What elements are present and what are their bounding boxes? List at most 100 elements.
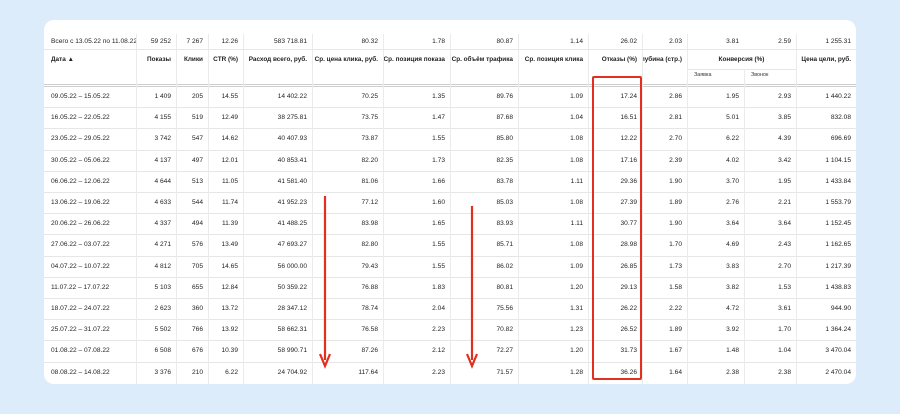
- row-date: 01.08.22 – 07.08.22: [51, 347, 110, 355]
- column-divider: [588, 34, 589, 384]
- row-value: 4.39: [778, 135, 791, 143]
- row-value: 1.83: [432, 283, 445, 291]
- row-value: 705: [191, 262, 203, 270]
- row-value: 40 407.93: [277, 135, 307, 143]
- row-value: 73.75: [361, 114, 378, 122]
- row-value: 1.89: [669, 326, 682, 334]
- summary-value: 59 252: [150, 38, 171, 45]
- row-value: 4 137: [154, 156, 171, 164]
- row-date: 27.06.22 – 03.07.22: [51, 241, 110, 249]
- row-value: 2.04: [432, 305, 445, 313]
- summary-value: 1.78: [432, 38, 445, 45]
- row-value: 81.06: [361, 177, 378, 185]
- summary-value: 26.02: [620, 38, 637, 45]
- row-value: 14 402.22: [277, 93, 307, 101]
- row-value: 1.64: [669, 368, 682, 376]
- row-value: 1.90: [669, 177, 682, 185]
- row-date: 06.06.22 – 12.06.22: [51, 177, 110, 185]
- row-value: 205: [191, 93, 203, 101]
- column-header-conversion: Конверсия (%): [718, 55, 765, 63]
- row-value: 13.72: [221, 305, 238, 313]
- row-value: 6 508: [154, 347, 171, 355]
- row-value: 13.92: [221, 326, 238, 334]
- row-value: 1.90: [669, 220, 682, 228]
- row-value: 41 952.23: [277, 199, 307, 207]
- row-value: 2.21: [778, 199, 791, 207]
- row-value: 12.84: [221, 283, 238, 291]
- row-date: 30.05.22 – 05.06.22: [51, 156, 110, 164]
- column-divider: [518, 34, 519, 384]
- column-header-date: Дата ▲: [51, 55, 74, 63]
- row-date: 20.06.22 – 26.06.22: [51, 220, 110, 228]
- row-value: 2.86: [669, 93, 682, 101]
- row-value: 4 644: [154, 177, 171, 185]
- row-value: 1.35: [432, 93, 445, 101]
- row-value: 10.39: [221, 347, 238, 355]
- row-value: 1.31: [570, 305, 583, 313]
- row-value: 4 155: [154, 114, 171, 122]
- row-value: 3.42: [778, 156, 791, 164]
- row-value: 6.22: [225, 368, 238, 376]
- row-value: 2.93: [778, 93, 791, 101]
- row-value: 24 704.92: [277, 368, 307, 376]
- row-value: 1 553.79: [825, 199, 851, 207]
- row-value: 1.67: [669, 347, 682, 355]
- column-divider: [383, 34, 384, 384]
- row-value: 1 409: [154, 93, 171, 101]
- column-divider: [687, 34, 688, 384]
- row-value: 1.58: [669, 283, 682, 291]
- column-header: Ср. позиция показа: [383, 55, 445, 63]
- row-value: 1.11: [570, 220, 583, 228]
- row-value: 14.65: [221, 262, 238, 270]
- row-value: 1.08: [570, 199, 583, 207]
- row-value: 4.69: [726, 241, 739, 249]
- row-value: 210: [191, 368, 203, 376]
- row-value: 494: [191, 220, 203, 228]
- row-date: 13.06.22 – 19.06.22: [51, 199, 110, 207]
- row-value: 1.09: [570, 93, 583, 101]
- row-value: 3 742: [154, 135, 171, 143]
- row-date: 04.07.22 – 10.07.22: [51, 262, 110, 270]
- column-header: Ср. объём трафика: [451, 55, 513, 63]
- row-value: 47 693.27: [277, 241, 307, 249]
- row-value: 1.89: [669, 199, 682, 207]
- row-value: 2.76: [726, 199, 739, 207]
- row-value: 3.82: [726, 283, 739, 291]
- row-value: 1 162.65: [825, 241, 851, 249]
- arrow-down-icon: [318, 196, 332, 369]
- summary-value: 1.14: [570, 38, 583, 45]
- row-value: 13.49: [221, 241, 238, 249]
- row-value: 82.35: [496, 156, 513, 164]
- row-value: 1.53: [778, 283, 791, 291]
- column-header: Ср. позиция клика: [524, 55, 583, 63]
- row-value: 2.38: [726, 368, 739, 376]
- row-value: 38 275.81: [277, 114, 307, 122]
- row-value: 360: [191, 305, 203, 313]
- row-value: 1.55: [432, 262, 445, 270]
- row-value: 766: [191, 326, 203, 334]
- row-value: 5 502: [154, 326, 171, 334]
- row-value: 1.95: [726, 93, 739, 101]
- row-value: 85.71: [496, 241, 513, 249]
- row-value: 2.43: [778, 241, 791, 249]
- row-value: 5 103: [154, 283, 171, 291]
- row-value: 3.70: [726, 177, 739, 185]
- row-value: 87.68: [496, 114, 513, 122]
- row-date: 23.05.22 – 29.05.22: [51, 135, 110, 143]
- row-value: 2.23: [432, 368, 445, 376]
- row-value: 2.81: [669, 114, 682, 122]
- row-value: 14.62: [221, 135, 238, 143]
- column-divider: [312, 34, 313, 384]
- summary-value: 7 267: [186, 38, 203, 45]
- row-value: 4 633: [154, 199, 171, 207]
- row-value: 1.65: [432, 220, 445, 228]
- row-date: 11.07.22 – 17.07.22: [51, 283, 110, 291]
- row-date: 16.05.22 – 22.05.22: [51, 114, 110, 122]
- row-value: 56 000.00: [277, 262, 307, 270]
- row-value: 72.27: [496, 347, 513, 355]
- row-value: 82.20: [361, 156, 378, 164]
- row-value: 1.47: [432, 114, 445, 122]
- row-value: 6.22: [726, 135, 739, 143]
- subcolumn-header-request: Заявка: [694, 72, 712, 78]
- row-value: 11.39: [221, 220, 238, 228]
